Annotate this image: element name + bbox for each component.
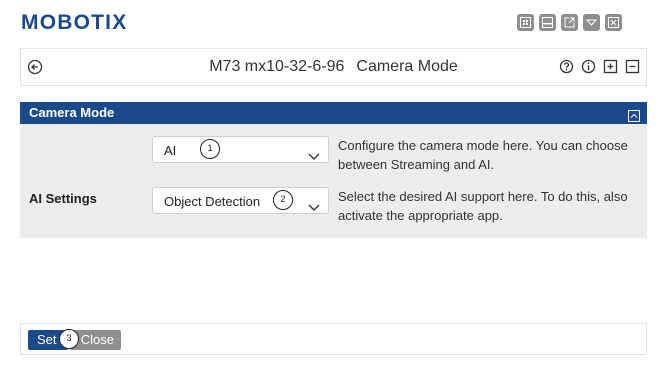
- camera-mode-row: AI 1 Configure the camera mode here. You…: [20, 132, 647, 180]
- select-value: Object Detection: [164, 194, 261, 209]
- ai-settings-row: AI Settings Object Detection 2 Select th…: [20, 184, 647, 232]
- camera-name: M73 mx10-32-6-96: [209, 58, 345, 75]
- camera-mode-select[interactable]: AI: [152, 136, 329, 163]
- callout-marker: 2: [273, 190, 293, 210]
- dropdown-icon[interactable]: [583, 14, 600, 31]
- external-link-icon[interactable]: [561, 14, 578, 31]
- callout-marker: 1: [200, 139, 220, 159]
- ai-settings-select[interactable]: Object Detection: [152, 187, 329, 214]
- page-title-text: Camera Mode: [356, 58, 458, 75]
- window-icon[interactable]: [539, 14, 556, 31]
- row-description: Select the desired AI support here. To d…: [338, 189, 628, 223]
- layout-icon[interactable]: [517, 14, 534, 31]
- panel-header[interactable]: Camera Mode: [20, 102, 647, 124]
- page-header: M73 mx10-32-6-96 Camera Mode: [20, 48, 647, 86]
- chevron-down-icon: [308, 147, 320, 165]
- callout-marker: 3: [59, 329, 79, 349]
- camera-mode-panel: Camera Mode AI 1 Configure the camera mo…: [20, 102, 647, 238]
- window-controls: [517, 14, 622, 31]
- mobotix-logo: MOBOTIX: [21, 11, 128, 34]
- row-description: Configure the camera mode here. You can …: [338, 138, 628, 172]
- help-icon[interactable]: [559, 59, 574, 79]
- close-icon[interactable]: [605, 14, 622, 31]
- panel-title: Camera Mode: [29, 105, 115, 120]
- chevron-down-icon: [308, 198, 320, 216]
- select-value: AI: [164, 143, 177, 158]
- info-icon[interactable]: [581, 59, 596, 79]
- collapse-all-icon[interactable]: [625, 59, 640, 79]
- expand-all-icon[interactable]: [603, 59, 618, 79]
- footer-bar: Set Close 3: [20, 323, 647, 355]
- row-label: AI Settings: [29, 191, 97, 206]
- page-title: M73 mx10-32-6-96 Camera Mode: [21, 58, 646, 76]
- collapse-section-icon[interactable]: [628, 107, 640, 129]
- header-tools: [559, 59, 640, 79]
